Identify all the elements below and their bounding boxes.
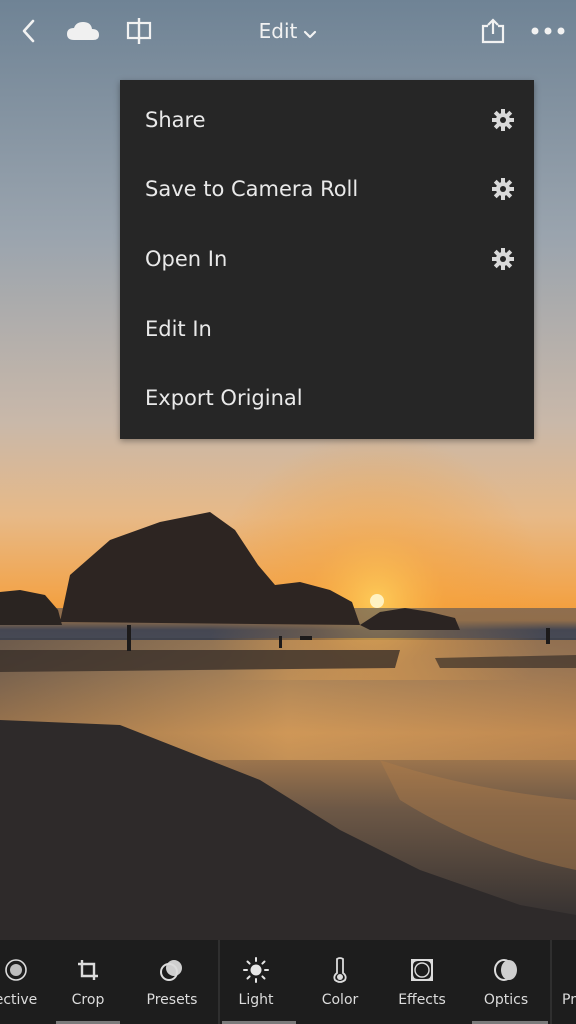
menu-item-export-original[interactable]: Export Original [120, 363, 534, 433]
top-bar: Edit [0, 0, 576, 62]
tool-optics[interactable]: Optics [466, 940, 548, 1024]
color-icon [300, 957, 380, 983]
settings-gear-icon[interactable] [492, 108, 514, 131]
settings-gear-icon[interactable] [492, 178, 514, 201]
menu-item-label: Export Original [145, 386, 303, 411]
tool-crop[interactable]: Crop [48, 940, 128, 1024]
tool-label: Color [321, 992, 359, 1008]
tool-label: Effects [398, 992, 446, 1008]
presets-icon [132, 957, 212, 983]
menu-item-label: Edit In [145, 316, 212, 341]
tool-profile[interactable]: Pr [552, 940, 576, 1024]
tool-label: Optics [483, 992, 529, 1008]
menu-item-label: Open In [145, 246, 228, 271]
tool-label: Crop [71, 992, 105, 1008]
tool-effects[interactable]: Effects [382, 940, 462, 1024]
optics-icon [466, 957, 546, 983]
menu-item-label: Save to Camera Roll [145, 177, 359, 202]
tool-label: Presets [146, 992, 198, 1008]
menu-item-label: Share [145, 107, 206, 132]
edit-toolbar: ective Crop Presets Light Color Effects [0, 940, 576, 1024]
menu-item-share[interactable]: Share [120, 85, 534, 155]
tool-presets[interactable]: Presets [132, 940, 212, 1024]
tool-label: Pr [562, 992, 576, 1008]
tool-color[interactable]: Color [300, 940, 380, 1024]
chevron-down-icon [303, 18, 317, 48]
more-icon[interactable] [530, 14, 566, 48]
tool-label: Light [238, 992, 274, 1008]
effects-icon [382, 957, 462, 983]
share-menu: Share Save to Camera Roll Open In Edit I… [120, 80, 534, 439]
tool-light[interactable]: Light [216, 940, 296, 1024]
edit-mode-label: Edit [258, 19, 298, 43]
settings-gear-icon[interactable] [492, 247, 514, 270]
crop-icon [48, 957, 128, 983]
menu-item-save-to-camera-roll[interactable]: Save to Camera Roll [120, 155, 534, 225]
menu-item-open-in[interactable]: Open In [120, 224, 534, 294]
light-icon [216, 957, 296, 983]
menu-item-edit-in[interactable]: Edit In [120, 294, 534, 364]
share-icon[interactable] [478, 14, 508, 48]
